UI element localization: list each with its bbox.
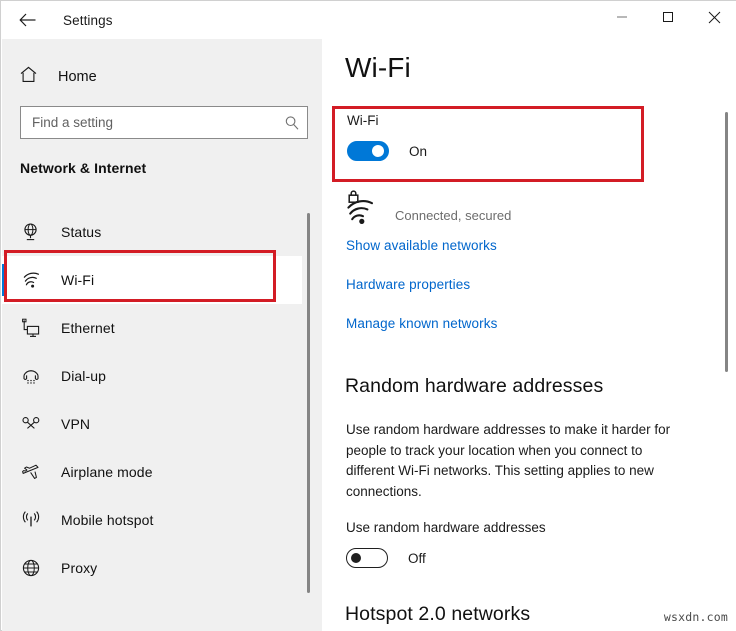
ethernet-icon [19, 316, 43, 340]
sidebar-item-ethernet[interactable]: Ethernet [2, 304, 302, 352]
main-content: Wi-Fi Wi-Fi On Connecte [322, 2, 736, 631]
wifi-toggle[interactable]: On [347, 141, 427, 161]
wifi-icon [19, 268, 43, 292]
wifi-toggle-knob [372, 145, 384, 157]
wifi-status-text: Connected, secured [395, 208, 511, 226]
sidebar-item-label-mobile-hotspot: Mobile hotspot [61, 512, 153, 528]
sidebar-item-label-dialup: Dial-up [61, 368, 106, 384]
close-icon [708, 11, 721, 24]
random-hardware-sub-label: Use random hardware addresses [346, 520, 546, 535]
close-button[interactable] [691, 1, 736, 33]
search-icon[interactable] [277, 115, 307, 131]
proxy-globe-icon [19, 556, 43, 580]
minimize-icon [616, 11, 628, 23]
sidebar-item-vpn[interactable]: VPN [2, 400, 302, 448]
sidebar-item-label-status: Status [61, 224, 101, 240]
search-box[interactable] [20, 106, 308, 139]
wifi-toggle-state: On [409, 144, 427, 159]
back-button[interactable] [5, 3, 49, 37]
sidebar-item-label-wifi: Wi-Fi [61, 272, 94, 288]
watermark: wsxdn.com [664, 610, 728, 624]
hotspot-heading: Hotspot 2.0 networks [345, 603, 530, 626]
window-controls [599, 1, 736, 33]
random-hardware-heading: Random hardware addresses [345, 375, 603, 398]
sidebar-scrollbar-thumb[interactable] [307, 213, 310, 593]
maximize-icon [662, 11, 674, 23]
wifi-status-row: Connected, secured [345, 190, 511, 226]
mobile-hotspot-icon [19, 508, 43, 532]
wifi-setting-label: Wi-Fi [347, 113, 378, 128]
sidebar-item-label-home: Home [58, 69, 97, 85]
sidebar-item-dialup[interactable]: Dial-up [2, 352, 302, 400]
page-title: Wi-Fi [345, 52, 411, 84]
link-hardware-properties[interactable]: Hardware properties [346, 277, 470, 292]
home-icon [19, 65, 38, 89]
random-hardware-toggle-state: Off [408, 551, 426, 566]
wifi-toggle-wrap: On [347, 141, 427, 166]
airplane-icon [19, 460, 43, 484]
sidebar-nav: Status Wi-Fi [2, 208, 322, 592]
random-hardware-toggle[interactable]: Off [346, 548, 426, 568]
random-hardware-toggle-track [346, 548, 388, 568]
link-manage-known-networks[interactable]: Manage known networks [346, 316, 497, 331]
sidebar-item-label-proxy: Proxy [61, 560, 97, 576]
sidebar-item-wifi[interactable]: Wi-Fi [2, 256, 302, 304]
back-arrow-icon [19, 13, 36, 27]
vpn-icon [19, 412, 43, 436]
sidebar-item-airplane-mode[interactable]: Airplane mode [2, 448, 302, 496]
sidebar-item-label-ethernet: Ethernet [61, 320, 115, 336]
title-bar: Settings [1, 1, 736, 39]
settings-window: Settings [0, 0, 736, 631]
sidebar-item-proxy[interactable]: Proxy [2, 544, 302, 592]
search-input[interactable] [21, 115, 277, 130]
sidebar: Home Network & Internet [2, 2, 322, 631]
random-hardware-description: Use random hardware addresses to make it… [346, 420, 692, 502]
sidebar-item-label-airplane-mode: Airplane mode [61, 464, 153, 480]
random-hardware-toggle-wrap: Off [346, 548, 426, 573]
dialup-icon [19, 364, 43, 388]
sidebar-item-label-vpn: VPN [61, 416, 90, 432]
maximize-button[interactable] [645, 1, 691, 33]
wifi-toggle-track [347, 141, 389, 161]
minimize-button[interactable] [599, 1, 645, 33]
link-show-available-networks[interactable]: Show available networks [346, 238, 497, 253]
random-hardware-toggle-knob [351, 553, 361, 563]
window-title: Settings [63, 13, 113, 28]
sidebar-item-home[interactable]: Home [2, 60, 302, 94]
globe-status-icon [19, 220, 43, 244]
main-scrollbar-thumb[interactable] [725, 112, 728, 372]
wifi-secured-icon [345, 190, 385, 226]
sidebar-item-mobile-hotspot[interactable]: Mobile hotspot [2, 496, 302, 544]
sidebar-item-status[interactable]: Status [2, 208, 302, 256]
sidebar-section-title: Network & Internet [20, 160, 146, 176]
